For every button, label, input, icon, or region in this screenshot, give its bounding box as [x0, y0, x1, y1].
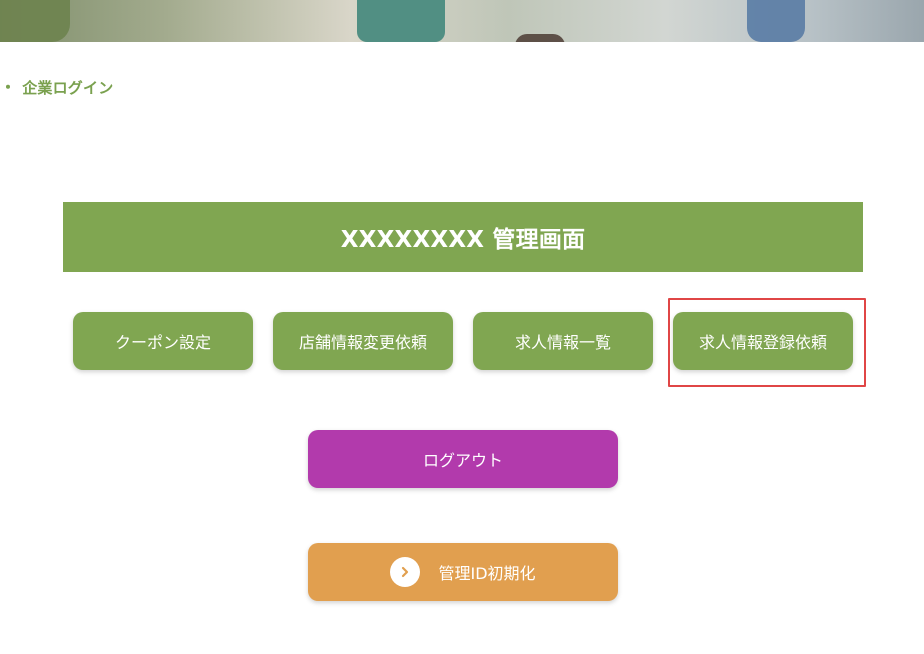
coupon-settings-button[interactable]: クーポン設定	[73, 312, 253, 370]
breadcrumb-current: 企業ログイン	[22, 78, 114, 97]
hero-photo	[0, 0, 924, 42]
hero-photo-head	[515, 34, 565, 42]
logout-label: ログアウト	[422, 451, 503, 470]
hero-photo-person-right	[747, 0, 805, 42]
job-registration-request-button[interactable]: 求人情報登録依頼	[673, 312, 853, 370]
store-info-change-request-label: 店舗情報変更依頼	[298, 333, 427, 352]
chevron-right-icon	[390, 557, 421, 587]
breadcrumb: ・ 企業ログイン	[0, 76, 113, 98]
reset-admin-id-button[interactable]: 管理ID初期化	[308, 543, 618, 601]
reset-admin-id-label: 管理ID初期化	[438, 564, 536, 583]
admin-title-bar: XXXXXXXX 管理画面	[63, 202, 863, 272]
job-listings-button[interactable]: 求人情報一覧	[473, 312, 653, 370]
job-registration-request-label: 求人情報登録依頼	[698, 333, 827, 352]
logout-button[interactable]: ログアウト	[308, 430, 618, 488]
reset-admin-id-content: 管理ID初期化	[390, 557, 536, 587]
store-info-change-request-button[interactable]: 店舗情報変更依頼	[273, 312, 453, 370]
hero-photo-person-left	[357, 0, 445, 42]
coupon-settings-label: クーポン設定	[114, 333, 211, 352]
job-listings-label: 求人情報一覧	[514, 333, 611, 352]
hero-photo-foliage	[0, 0, 70, 42]
admin-title: XXXXXXXX 管理画面	[340, 227, 586, 253]
breadcrumb-separator: ・	[0, 78, 17, 97]
